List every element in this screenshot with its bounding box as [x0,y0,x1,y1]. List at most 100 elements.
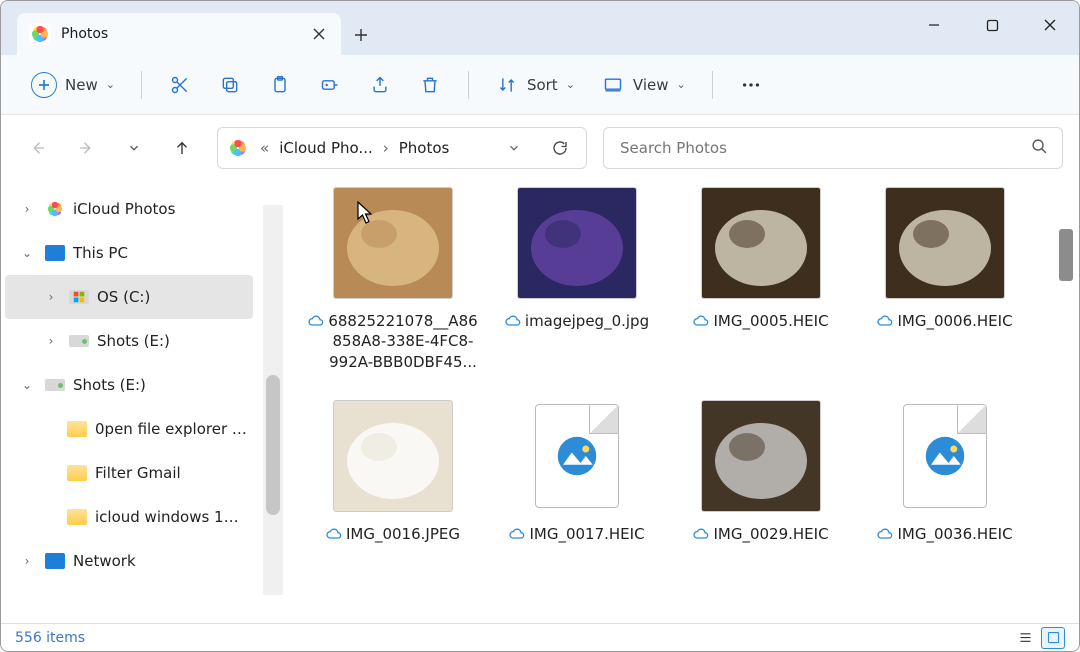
status-items-count: 556 items [15,630,85,646]
photo-thumbnail [334,401,452,511]
details-view-toggle[interactable] [1013,627,1037,649]
folder-icon [67,463,87,483]
share-button[interactable] [358,66,402,104]
file-item[interactable]: IMG_0016.JPEG [303,398,483,547]
sort-button[interactable]: Sort ⌄ [485,66,585,104]
rename-button[interactable] [308,66,352,104]
status-bar: 556 items [1,623,1079,651]
toolbar-separator [712,71,713,99]
file-item[interactable]: IMG_0036.HEIC [855,398,1035,547]
file-item[interactable]: 68825221078__A86858A8-338E-4FC8-992A-BBB… [303,185,483,372]
rename-icon [318,73,342,97]
share-icon [368,73,392,97]
tree-item-this-pc[interactable]: ⌄ This PC [5,231,253,275]
delete-button[interactable] [408,66,452,104]
new-button[interactable]: New ⌄ [21,66,125,104]
nav-tree: › iCloud Photos ⌄ This PC › OS (C:) › Sh… [1,181,253,623]
copy-button[interactable] [208,66,252,104]
chevron-down-icon[interactable]: ⌄ [17,246,37,260]
search-box[interactable] [603,127,1063,169]
cloud-icon [509,526,525,547]
folder-icon [67,419,87,439]
search-icon[interactable] [1031,138,1048,159]
address-bar[interactable]: « iCloud Pho... › Photos [217,127,587,169]
photos-app-icon [226,136,250,160]
toolbar-separator [141,71,142,99]
new-label: New [65,76,98,94]
refresh-button[interactable] [542,139,578,157]
chevron-right-icon[interactable]: › [17,202,37,216]
toolbar: New ⌄ Sort ⌄ View ⌄ [1,55,1079,115]
content-scrollbar[interactable] [1057,181,1075,623]
file-item[interactable]: IMG_0006.HEIC [855,185,1035,372]
nav-up-button[interactable] [161,127,203,169]
toolbar-separator [468,71,469,99]
tree-item-shots-drive-expanded[interactable]: ⌄ Shots (E:) [5,363,253,407]
file-item[interactable]: imagejpeg_0.jpg [487,185,667,372]
window-maximize-button[interactable] [963,1,1021,49]
file-content-pane: 68825221078__A86858A8-338E-4FC8-992A-BBB… [253,181,1079,623]
cloud-icon [877,313,893,334]
file-name-label: IMG_0005.HEIC [713,311,828,331]
photo-thumbnail [886,188,1004,298]
sort-label: Sort [527,76,558,94]
tree-item-folder[interactable]: 0pen file explorer oned [5,407,253,451]
breadcrumb-segment[interactable]: Photos [399,139,450,157]
cloud-icon [308,313,324,334]
chevron-right-icon[interactable]: › [17,554,37,568]
scrollbar-thumb[interactable] [1059,229,1073,281]
plus-circle-icon [31,72,57,98]
tab-title: Photos [61,26,108,42]
chevron-down-icon: ⌄ [106,78,115,91]
nav-back-button[interactable] [17,127,59,169]
nav-forward-button[interactable] [65,127,107,169]
file-name-label: IMG_0006.HEIC [897,311,1012,331]
chevron-right-icon[interactable]: › [41,290,61,304]
file-name-label: 68825221078__A86858A8-338E-4FC8-992A-BBB… [328,311,478,372]
sort-icon [495,73,519,97]
photo-thumbnail [702,401,820,511]
icons-view-toggle[interactable] [1041,627,1065,649]
cloud-icon [326,526,342,547]
chevron-right-icon[interactable]: › [41,334,61,348]
window-close-button[interactable] [1021,1,1079,49]
chevron-down-icon: ⌄ [677,78,686,91]
cloud-icon [693,526,709,547]
nav-row: « iCloud Pho... › Photos [1,115,1079,181]
tree-item-folder[interactable]: icloud windows 11 Pho [5,495,253,539]
photos-app-icon [45,199,65,219]
file-name-label: IMG_0036.HEIC [897,524,1012,544]
titlebar: Photos [1,1,1079,55]
photo-thumbnail [518,188,636,298]
close-tab-button[interactable] [309,24,329,44]
cut-button[interactable] [158,66,202,104]
address-dropdown-button[interactable] [496,141,532,155]
file-item[interactable]: IMG_0029.HEIC [671,398,851,547]
nav-recent-button[interactable] [113,127,155,169]
tree-item-shots-drive[interactable]: › Shots (E:) [5,319,253,363]
view-button[interactable]: View ⌄ [591,66,696,104]
paste-button[interactable] [258,66,302,104]
search-input[interactable] [618,138,1031,158]
folder-icon [67,507,87,527]
clipboard-icon [268,73,292,97]
view-label: View [633,76,669,94]
tree-item-folder[interactable]: Filter Gmail [5,451,253,495]
file-name-label: IMG_0016.JPEG [346,524,460,544]
file-item[interactable]: IMG_0017.HEIC [487,398,667,547]
chevron-down-icon: ⌄ [566,78,575,91]
view-icon [601,73,625,97]
monitor-icon [45,243,65,263]
tree-item-os-drive[interactable]: › OS (C:) [5,275,253,319]
chevron-down-icon[interactable]: ⌄ [17,378,37,392]
more-button[interactable] [729,66,773,104]
tree-item-network[interactable]: › Network [5,539,253,583]
file-name-label: imagejpeg_0.jpg [525,311,649,331]
cloud-icon [877,526,893,547]
tree-item-icloud-photos[interactable]: › iCloud Photos [5,187,253,231]
breadcrumb-segment[interactable]: iCloud Pho... [279,139,373,157]
tab-photos[interactable]: Photos [17,13,341,55]
window-minimize-button[interactable] [905,1,963,49]
file-item[interactable]: IMG_0005.HEIC [671,185,851,372]
new-tab-button[interactable] [341,15,381,55]
